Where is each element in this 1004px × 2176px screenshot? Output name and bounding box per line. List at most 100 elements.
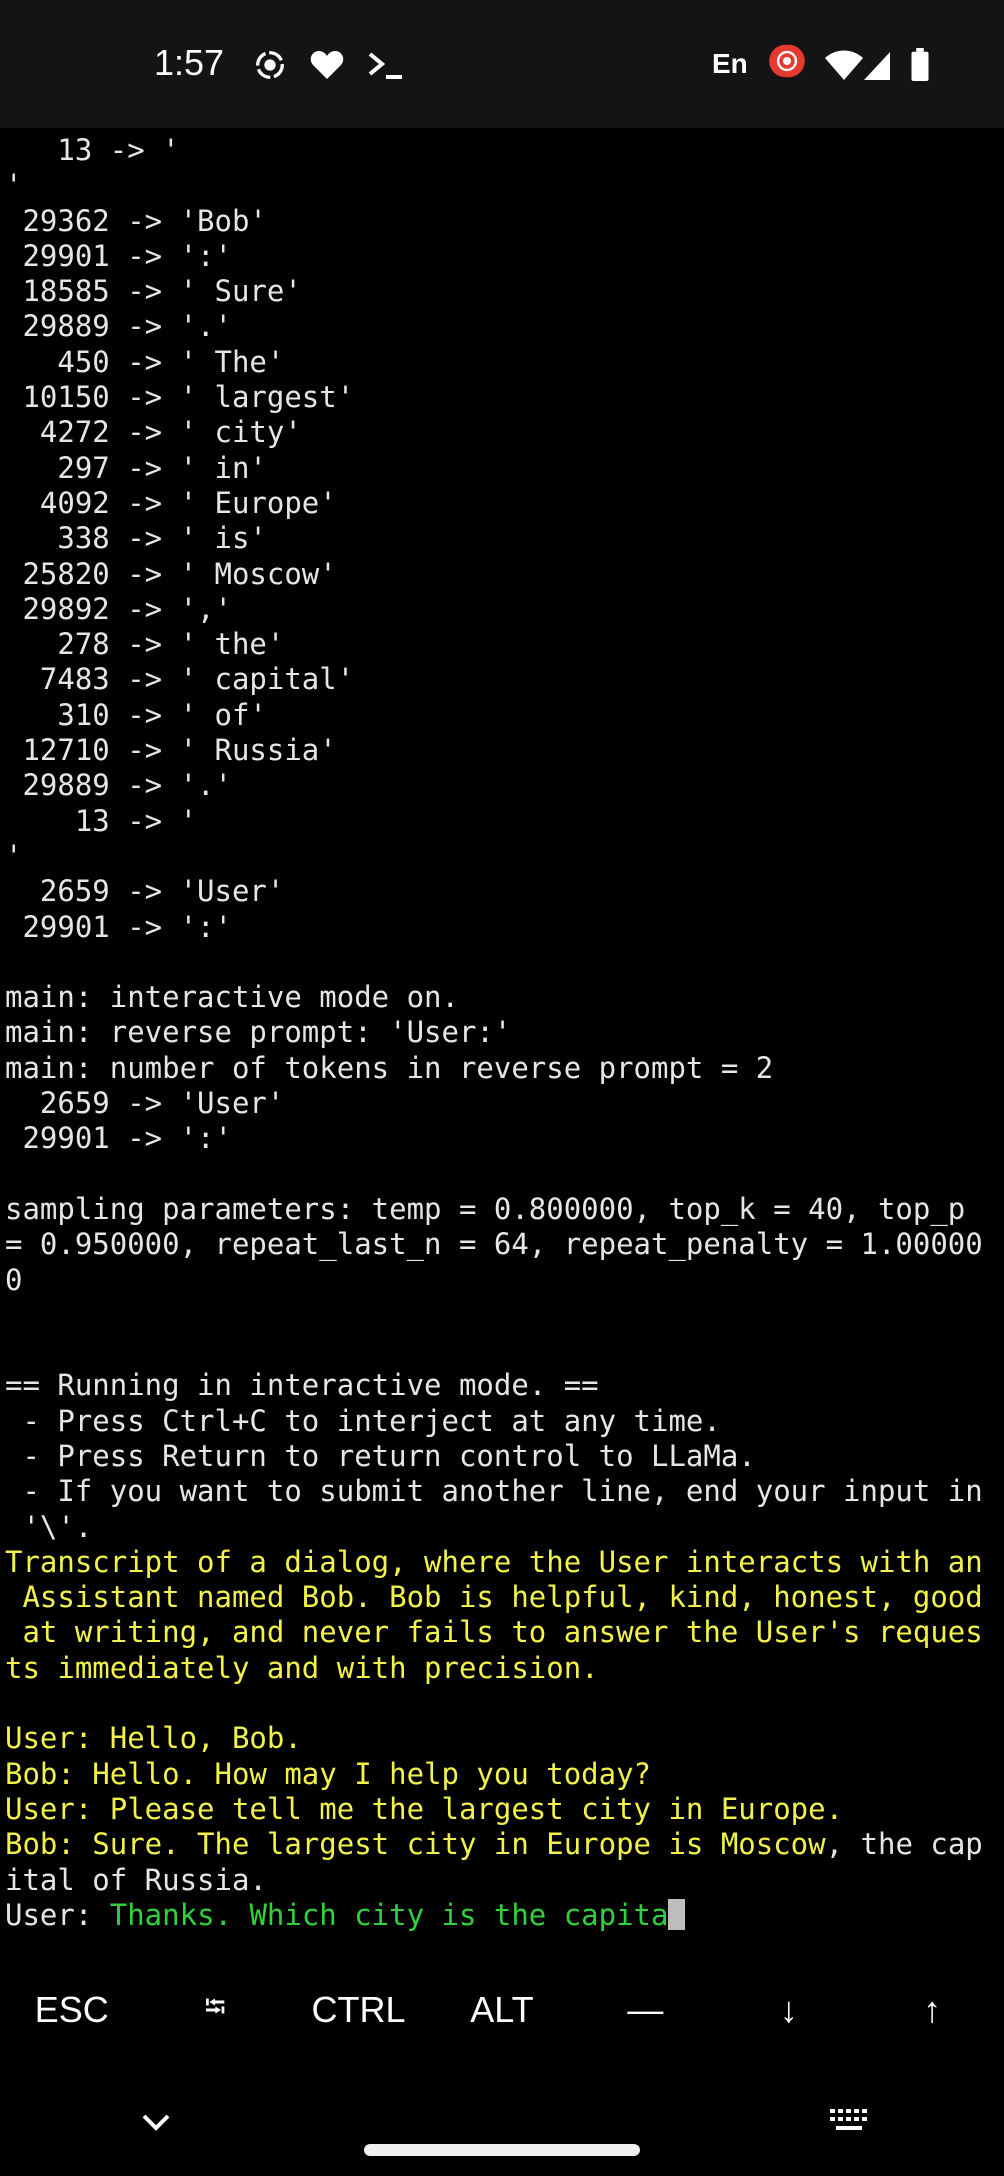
- terminal-line: ts immediately and with precision.: [5, 1651, 1001, 1686]
- cast-record-icon: [769, 44, 805, 78]
- terminal-text: main: number of tokens in reverse prompt…: [5, 1050, 774, 1085]
- terminal-text: 310 -> ' of': [5, 697, 267, 732]
- terminal-line: main: interactive mode on.: [5, 980, 1001, 1015]
- terminal-line: 12710 -> ' Russia': [5, 733, 1001, 768]
- status-time: 1:57: [154, 42, 225, 83]
- terminal-text: '\'.: [5, 1509, 93, 1544]
- terminal-line: 4272 -> ' city': [5, 415, 1001, 450]
- terminal-line: ital of Russia.: [5, 1863, 1001, 1898]
- terminal-line: 29901 -> ':': [5, 239, 1001, 274]
- terminal-line: 10150 -> ' largest': [5, 380, 1001, 415]
- battery-icon: [911, 48, 929, 82]
- terminal-text: 4092 -> ' Europe': [5, 485, 337, 520]
- arrow-down-key[interactable]: ↓: [717, 1965, 860, 2055]
- terminal-line: User: Please tell me the largest city in…: [5, 1792, 1001, 1827]
- terminal-text: Transcript of a dialog, where the User i…: [5, 1544, 983, 1579]
- terminal-line: 29901 -> ':': [5, 1121, 1001, 1156]
- terminal-line: User: Hello, Bob.: [5, 1721, 1001, 1756]
- terminal-text: - Press Ctrl+C to interject at any time.: [5, 1403, 721, 1438]
- terminal-line: = 0.950000, repeat_last_n = 64, repeat_p…: [5, 1227, 1001, 1262]
- terminal-line: - Press Ctrl+C to interject at any time.: [5, 1404, 1001, 1439]
- terminal-line: 310 -> ' of': [5, 698, 1001, 733]
- text-cursor: [668, 1898, 686, 1930]
- terminal-line: Bob: Hello. How may I help you today?: [5, 1757, 1001, 1792]
- terminal-line: 29889 -> '.': [5, 309, 1001, 344]
- terminal-line: 13 -> ': [5, 804, 1001, 839]
- terminal-text: 18585 -> ' Sure': [5, 274, 302, 309]
- terminal-text: main: interactive mode on.: [5, 980, 459, 1015]
- terminal-text: ts immediately and with precision.: [5, 1650, 599, 1685]
- ctrl-key[interactable]: CTRL: [287, 1965, 430, 2055]
- terminal-text: Bob: Hello. How may I help you today?: [5, 1756, 652, 1791]
- terminal-text: 12710 -> ' Russia': [5, 733, 337, 768]
- terminal-output[interactable]: 13 -> ' ' 29362 -> 'Bob' 29901 -> ':' 185…: [5, 133, 1001, 1933]
- terminal-line: 29362 -> 'Bob': [5, 204, 1001, 239]
- terminal-text: 2659 -> 'User': [5, 1086, 285, 1121]
- terminal-text: 29889 -> '.': [5, 768, 232, 803]
- terminal-text: 297 -> ' in': [5, 450, 267, 485]
- terminal-text: 13 -> ': [5, 133, 180, 167]
- terminal-text: 29901 -> ':': [5, 238, 232, 273]
- terminal-text: 29901 -> ':': [5, 909, 232, 944]
- terminal-text: = 0.950000, repeat_last_n = 64, repeat_p…: [5, 1227, 983, 1262]
- terminal-text: - If you want to submit another line, en…: [5, 1474, 983, 1509]
- terminal-line: main: number of tokens in reverse prompt…: [5, 1051, 1001, 1086]
- terminal-text: User:: [5, 1897, 110, 1932]
- terminal-text: User: Hello, Bob.: [5, 1721, 302, 1756]
- terminal-line: 29889 -> '.': [5, 768, 1001, 803]
- terminal-text: Thanks. Which city is the capita: [109, 1897, 669, 1932]
- terminal-text: 338 -> ' is': [5, 521, 267, 556]
- terminal-text: 278 -> ' the': [5, 627, 285, 662]
- terminal-text: 29362 -> 'Bob': [5, 203, 267, 238]
- terminal-line: 338 -> ' is': [5, 521, 1001, 556]
- tab-key[interactable]: ⭾: [143, 1965, 286, 2055]
- arrow-up-key[interactable]: ↑: [861, 1965, 1004, 2055]
- terminal-line: == Running in interactive mode. ==: [5, 1368, 1001, 1403]
- terminal-text: Assistant named Bob. Bob is helpful, kin…: [5, 1580, 983, 1615]
- signal-icon: [864, 52, 890, 80]
- terminal-text: ital of Russia.: [5, 1862, 267, 1897]
- keyboard-icon[interactable]: [828, 2106, 872, 2136]
- chevron-down-icon[interactable]: [138, 2110, 174, 2134]
- terminal-text: 29889 -> '.': [5, 309, 232, 344]
- terminal-text: , the cap: [825, 1827, 983, 1862]
- wifi-icon: [825, 50, 863, 80]
- terminal-text: main: reverse prompt: 'User:': [5, 1015, 512, 1050]
- terminal-line: 7483 -> ' capital': [5, 662, 1001, 697]
- esc-key[interactable]: ESC: [0, 1965, 143, 2055]
- heart-icon: [310, 51, 344, 79]
- terminal-text: 0: [5, 1262, 23, 1297]
- terminal-text: 7483 -> ' capital': [5, 662, 355, 697]
- terminal-text: at writing, and never fails to answer th…: [5, 1615, 983, 1650]
- terminal-line: 297 -> ' in': [5, 451, 1001, 486]
- terminal-line: 0: [5, 1263, 1001, 1298]
- terminal-line: User: Thanks. Which city is the capita: [5, 1898, 1001, 1933]
- terminal-text: - Press Return to return control to LLaM…: [5, 1438, 756, 1473]
- terminal-text: 13 -> ': [5, 803, 198, 838]
- terminal-line: 450 -> ' The': [5, 345, 1001, 380]
- terminal-text: 4272 -> ' city': [5, 415, 302, 450]
- terminal-prompt-icon: [368, 52, 402, 79]
- terminal-text: 2659 -> 'User': [5, 874, 285, 909]
- terminal-line: ': [5, 839, 1001, 874]
- terminal-text: 25820 -> ' Moscow': [5, 556, 337, 591]
- status-lang: En: [712, 48, 748, 79]
- terminal-line: 2659 -> 'User': [5, 1086, 1001, 1121]
- terminal-line: 18585 -> ' Sure': [5, 274, 1001, 309]
- terminal-text: sampling parameters: temp = 0.800000, to…: [5, 1191, 966, 1226]
- home-gesture-handle[interactable]: [364, 2144, 640, 2156]
- terminal-line: Assistant named Bob. Bob is helpful, kin…: [5, 1580, 1001, 1615]
- terminal-line: 278 -> ' the': [5, 627, 1001, 662]
- terminal-line: 25820 -> ' Moscow': [5, 557, 1001, 592]
- alt-key[interactable]: ALT: [430, 1965, 573, 2055]
- dash-key[interactable]: —: [574, 1965, 717, 2055]
- terminal-line: at writing, and never fails to answer th…: [5, 1615, 1001, 1650]
- terminal-line: sampling parameters: temp = 0.800000, to…: [5, 1192, 1001, 1227]
- terminal-text: ': [5, 168, 23, 203]
- extra-keys-bar: ESC ⭾ CTRL ALT — ↓ ↑: [0, 1965, 1004, 2055]
- terminal-line: 2659 -> 'User': [5, 874, 1001, 909]
